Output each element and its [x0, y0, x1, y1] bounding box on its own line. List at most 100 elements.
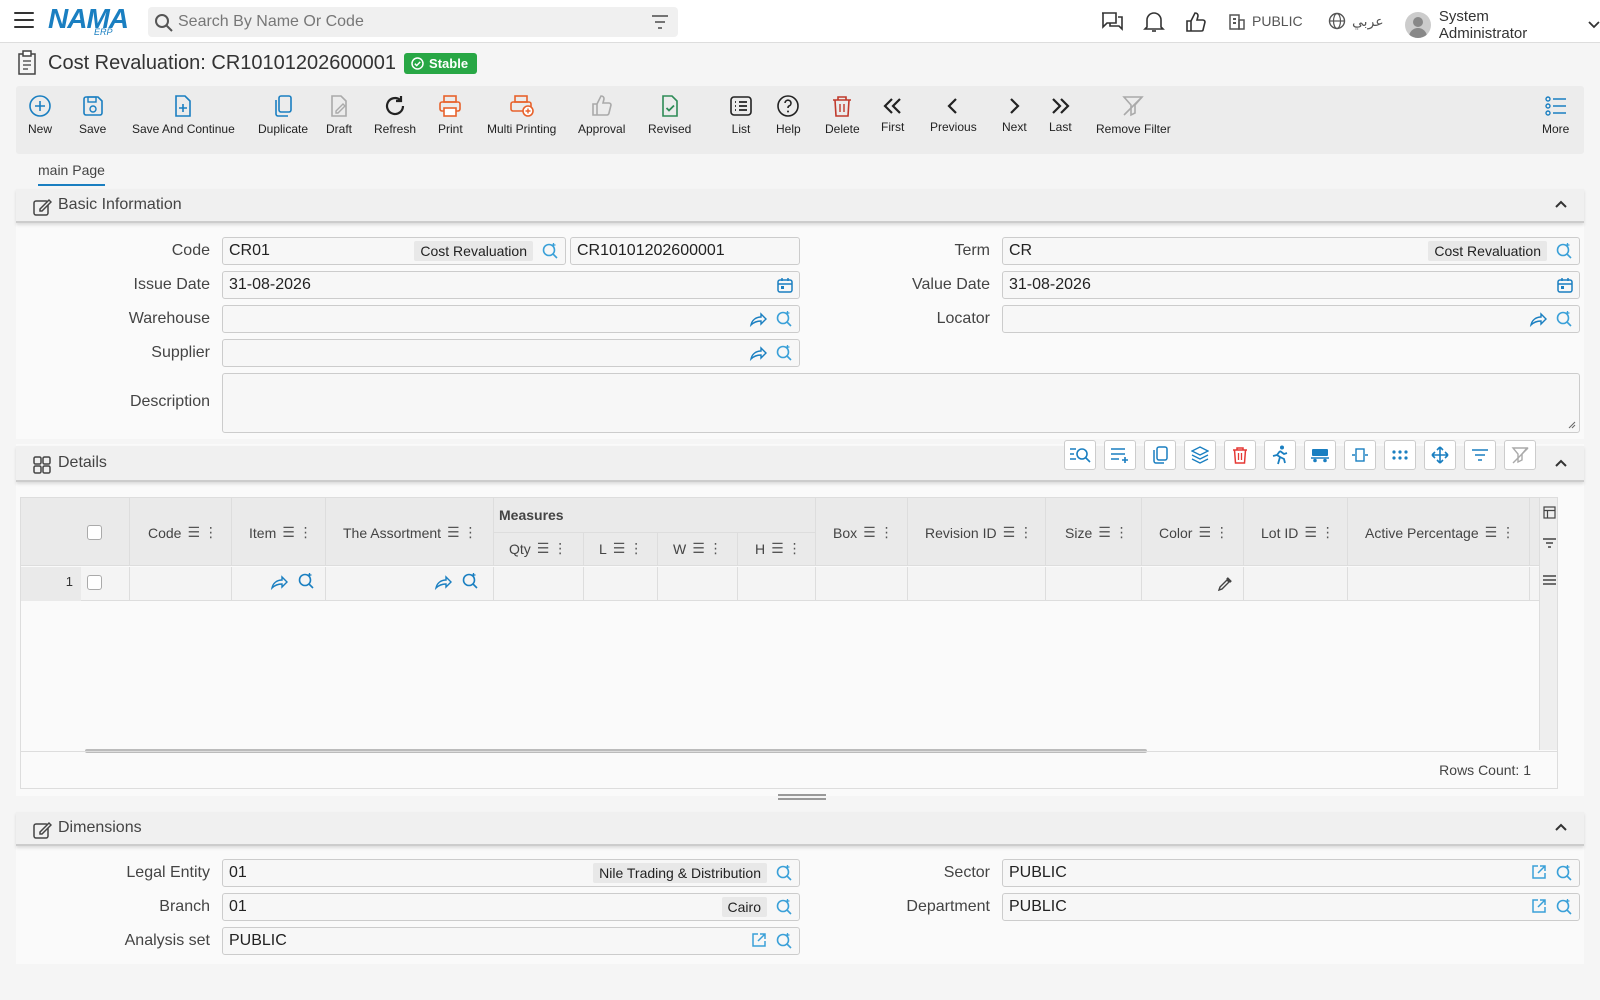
last-button[interactable]: Last: [1049, 96, 1072, 134]
help-button[interactable]: Help: [776, 94, 801, 136]
column-h[interactable]: H ☰ ⋮: [755, 540, 802, 557]
warehouse-field[interactable]: [222, 305, 800, 333]
column-menu-icon[interactable]: ☰ ⋮: [537, 540, 567, 557]
lookup-icon[interactable]: [541, 242, 559, 260]
column-menu-icon[interactable]: ☰ ⋮: [771, 540, 801, 557]
lookup-icon[interactable]: [1555, 864, 1573, 882]
lookup-icon[interactable]: [775, 932, 793, 950]
share-arrow-icon[interactable]: [1529, 310, 1547, 328]
department-field[interactable]: PUBLIC: [1002, 893, 1580, 921]
layers-button[interactable]: [1184, 440, 1216, 470]
column-menu-icon[interactable]: ☰ ⋮: [447, 524, 477, 541]
company-selector[interactable]: PUBLIC: [1228, 12, 1303, 30]
select-all-checkbox[interactable]: [87, 525, 102, 540]
notification-bell-icon[interactable]: [1142, 11, 1166, 33]
table-row[interactable]: 1: [21, 567, 1539, 601]
description-textarea[interactable]: [222, 373, 1580, 433]
refresh-button[interactable]: Refresh: [374, 94, 416, 136]
nama-logo[interactable]: NAMA ERP: [48, 4, 133, 40]
revised-button[interactable]: Revised: [648, 94, 691, 136]
resize-handle-icon[interactable]: [1568, 421, 1576, 429]
copy-row-button[interactable]: [1144, 440, 1176, 470]
external-link-icon[interactable]: [1531, 898, 1547, 914]
lookup-icon[interactable]: [1555, 242, 1573, 260]
column-menu-icon[interactable]: ☰ ⋮: [863, 524, 893, 541]
column-menu-icon[interactable]: ☰ ⋮: [1304, 524, 1334, 541]
legal-entity-field[interactable]: 01 Nile Trading & Distribution: [222, 859, 800, 887]
lookup-icon[interactable]: [297, 572, 315, 590]
save-and-continue-button[interactable]: Save And Continue: [132, 94, 235, 136]
language-switch[interactable]: عربي: [1328, 12, 1384, 30]
previous-button[interactable]: Previous: [930, 96, 977, 134]
code-number-field[interactable]: CR10101202600001: [570, 237, 800, 265]
multi-printing-button[interactable]: Multi Printing: [487, 94, 556, 136]
column-menu-icon[interactable]: ☰ ⋮: [1198, 524, 1228, 541]
print-button[interactable]: Print: [438, 94, 463, 136]
next-button[interactable]: Next: [1002, 96, 1027, 134]
menu-icon[interactable]: [1543, 575, 1556, 586]
column-menu-icon[interactable]: ☰ ⋮: [613, 540, 643, 557]
chat-icon[interactable]: [1100, 11, 1124, 33]
column-code[interactable]: Code ☰ ⋮: [148, 524, 218, 541]
branch-field[interactable]: 01 Cairo: [222, 893, 800, 921]
filter-icon[interactable]: [1543, 538, 1556, 549]
column-menu-icon[interactable]: ☰ ⋮: [1098, 524, 1128, 541]
panel-resize-handle[interactable]: [778, 794, 826, 800]
basic-information-header[interactable]: Basic Information: [16, 189, 1584, 223]
grid-filter-button[interactable]: [1464, 440, 1496, 470]
column-menu-icon[interactable]: ☰ ⋮: [1485, 524, 1515, 541]
move-button[interactable]: [1424, 440, 1456, 470]
lookup-icon[interactable]: [1555, 310, 1573, 328]
more-button[interactable]: More: [1542, 94, 1569, 136]
lookup-icon[interactable]: [1555, 898, 1573, 916]
share-arrow-icon[interactable]: [749, 344, 767, 362]
fit-columns-button[interactable]: [1344, 440, 1376, 470]
sector-field[interactable]: PUBLIC: [1002, 859, 1580, 887]
new-button[interactable]: New: [28, 94, 52, 136]
color-picker-icon[interactable]: [1217, 576, 1233, 592]
share-arrow-icon[interactable]: [749, 310, 767, 328]
column-menu-icon[interactable]: ☰ ⋮: [282, 524, 312, 541]
external-link-icon[interactable]: [1531, 864, 1547, 880]
column-active-percentage[interactable]: Active Percentage ☰ ⋮: [1365, 524, 1515, 541]
external-link-icon[interactable]: [751, 932, 767, 948]
columns-icon[interactable]: [1543, 506, 1556, 519]
user-menu[interactable]: System Administrator: [1405, 8, 1600, 42]
column-color[interactable]: Color ☰ ⋮: [1159, 524, 1229, 541]
add-row-button[interactable]: [1104, 440, 1136, 470]
column-item[interactable]: Item ☰ ⋮: [249, 524, 313, 541]
import-button[interactable]: [1304, 440, 1336, 470]
chevron-up-icon[interactable]: [1554, 199, 1568, 209]
grid-search-button[interactable]: [1064, 440, 1096, 470]
search-input[interactable]: [178, 13, 648, 31]
row-checkbox[interactable]: [87, 575, 102, 590]
locator-field[interactable]: [1002, 305, 1580, 333]
column-menu-icon[interactable]: ☰ ⋮: [692, 540, 722, 557]
tab-main-page[interactable]: main Page: [38, 162, 105, 186]
column-size[interactable]: Size ☰ ⋮: [1065, 524, 1129, 541]
filter-icon[interactable]: [652, 15, 668, 29]
column-qty[interactable]: Qty ☰ ⋮: [509, 540, 567, 557]
run-button[interactable]: [1264, 440, 1296, 470]
supplier-field[interactable]: [222, 339, 800, 367]
term-field[interactable]: CR Cost Revaluation: [1002, 237, 1580, 265]
thumbs-up-icon[interactable]: [1184, 11, 1208, 33]
remove-filter-button[interactable]: Remove Filter: [1096, 94, 1171, 136]
delete-button[interactable]: Delete: [825, 94, 860, 136]
share-arrow-icon[interactable]: [270, 573, 288, 591]
hamburger-menu-icon[interactable]: [14, 12, 34, 30]
dimensions-header[interactable]: Dimensions: [16, 812, 1584, 846]
column-box[interactable]: Box ☰ ⋮: [833, 524, 894, 541]
value-date-field[interactable]: 31-08-2026: [1002, 271, 1580, 299]
lookup-icon[interactable]: [775, 344, 793, 362]
dots-grid-button[interactable]: [1384, 440, 1416, 470]
draft-button[interactable]: Draft: [326, 94, 352, 136]
lookup-icon[interactable]: [461, 572, 479, 590]
column-w[interactable]: W ☰ ⋮: [673, 540, 723, 557]
calendar-icon[interactable]: [1557, 277, 1573, 293]
column-revision-id[interactable]: Revision ID ☰ ⋮: [925, 524, 1033, 541]
issue-date-field[interactable]: 31-08-2026: [222, 271, 800, 299]
save-button[interactable]: Save: [79, 94, 106, 136]
chevron-up-icon[interactable]: [1554, 822, 1568, 832]
column-l[interactable]: L ☰ ⋮: [599, 540, 643, 557]
